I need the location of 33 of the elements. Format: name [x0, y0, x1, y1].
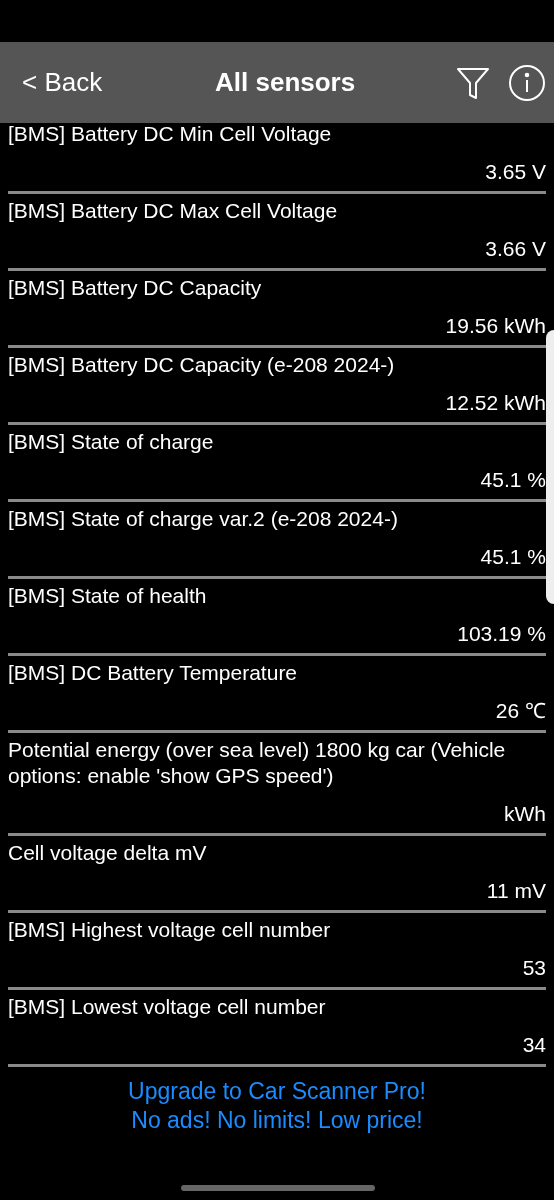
- filter-icon: [456, 65, 490, 100]
- back-link[interactable]: < Back: [22, 67, 103, 98]
- sensor-value: 103.19 %: [457, 621, 546, 647]
- sensor-name: [BMS] Battery DC Capacity: [8, 275, 263, 301]
- sensor-name: [BMS] Battery DC Capacity (e-208 2024-): [8, 352, 396, 378]
- sensor-value: 12.52 kWh: [445, 390, 546, 416]
- info-button[interactable]: [508, 63, 546, 102]
- sensor-name: [BMS] Highest voltage cell number: [8, 917, 332, 943]
- info-icon: [508, 63, 546, 102]
- sensor-name: [BMS] State of charge var.2 (e-208 2024-): [8, 506, 399, 532]
- sensor-value: 53: [522, 955, 546, 981]
- filter-button[interactable]: [456, 65, 490, 100]
- sensor-value: 45.1 %: [480, 467, 546, 493]
- sensor-name: [BMS] DC Battery Temperature: [8, 660, 299, 686]
- sensor-value: 26 ℃: [495, 698, 546, 724]
- upgrade-link[interactable]: Upgrade to Car Scanner Pro!: [128, 1077, 426, 1106]
- sensor-name: [BMS] Battery DC Min Cell Voltage: [8, 121, 333, 147]
- upgrade-link[interactable]: No ads! No limits! Low price!: [131, 1106, 423, 1135]
- sensor-name: [BMS] State of charge: [8, 429, 215, 455]
- screen-title: All sensors: [214, 67, 357, 98]
- sensor-name: Cell voltage delta mV: [8, 840, 208, 866]
- sensor-name: [BMS] Lowest voltage cell number: [8, 994, 327, 1020]
- sensor-value: 3.66 V: [485, 236, 546, 262]
- edge-panel-handle[interactable]: [546, 330, 554, 604]
- sensor-name: [BMS] State of health: [8, 583, 208, 609]
- sensor-value: 45.1 %: [480, 544, 546, 570]
- sensor-value: 19.56 kWh: [445, 313, 546, 339]
- sensor-name: Potential energy (over sea level) 1800 kg car (Vehicle options: enable 'show GPS speed'): [8, 737, 507, 789]
- sensor-value: kWh: [504, 801, 546, 827]
- sensor-value: 34: [522, 1032, 546, 1058]
- sensor-name: [BMS] Battery DC Max Cell Voltage: [8, 198, 339, 224]
- sensor-value: 11 mV: [486, 878, 546, 904]
- sensor-value: 3.65 V: [485, 159, 546, 185]
